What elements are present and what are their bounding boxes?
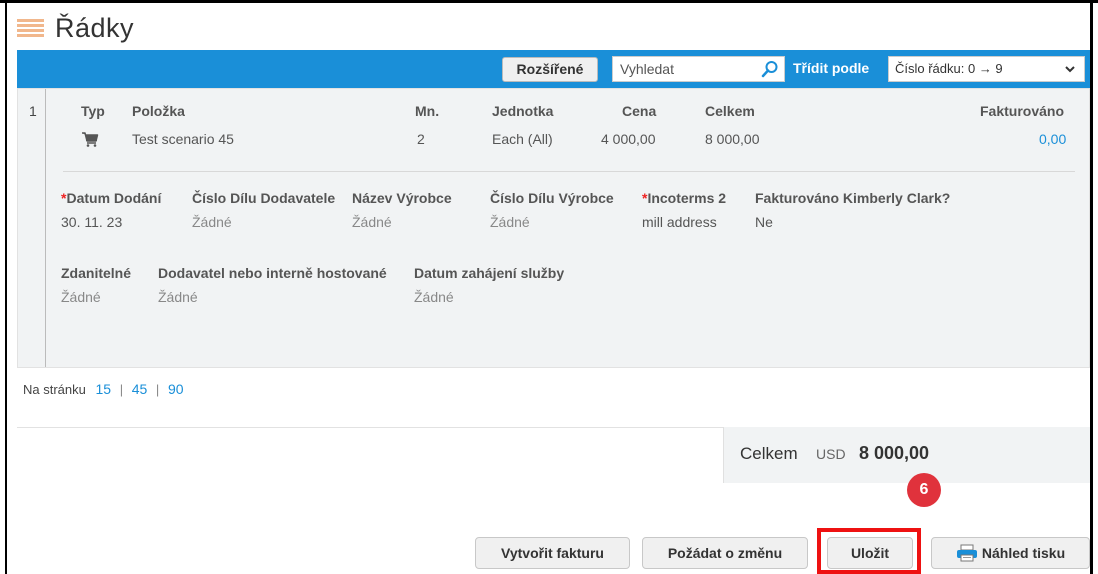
save-button[interactable]: Uložit [827,537,913,569]
sort-select[interactable]: Číslo řádku: 0 → 9 [888,56,1085,82]
section-header: Řádky [17,10,134,46]
page-size-45[interactable]: 45 [132,381,148,397]
page-size-label: Na stránku [23,382,86,397]
page-size-15[interactable]: 15 [96,381,112,397]
header-total: Celkem [705,103,755,119]
header-qty: Mn. [415,103,440,119]
page-size-selector: Na stránku 15 | 45 | 90 [23,381,184,397]
manufacturer-name-label: Název Výrobce [352,190,452,206]
taxable-label: Zdanitelné [61,265,132,281]
total-currency: USD [816,446,846,462]
supplier-part-value: Žádné [192,214,232,230]
search-icon[interactable] [761,60,779,78]
total-value: 8 000,00 [705,131,760,147]
line-number-column: 1 [18,89,46,367]
taxable-value: Žádné [61,289,101,305]
header-type: Typ [81,103,105,119]
section-title: Řádky [55,12,135,43]
service-start-label: Datum zahájení služby [414,265,565,281]
manufacturer-part-value: Žádné [490,214,530,230]
lines-toolbar: Rozšířené Třídit podle Číslo řádku: 0 → … [17,50,1090,88]
header-invoiced: Fakturováno [980,103,1065,119]
delivery-date-value: 30. 11. 23 [61,214,123,230]
sort-select-value: Číslo řádku: 0 → 9 [895,61,1003,76]
screenshot-frame-left [5,0,7,574]
line-item-card: 1 Typ Položka Mn. Jednotka Cena Celkem F… [17,88,1090,368]
step-badge: 6 [907,473,941,507]
screenshot-frame-top [0,0,1098,3]
search-input[interactable] [613,57,753,81]
search-box [612,56,785,82]
invoiced-kc-value: Ne [755,214,773,230]
sort-label: Třídit podle [793,60,870,76]
line-divider [63,171,1075,172]
invoiced-value-link[interactable]: 0,00 [1039,131,1066,147]
page-size-separator: | [119,382,124,397]
price-value: 4 000,00 [601,131,656,147]
hosted-label: Dodavatel nebo interně hostované [158,265,387,281]
page-size-separator: | [155,382,160,397]
unit-value: Each (All) [492,131,553,147]
incoterms-value: mill address [642,214,717,230]
lines-section-icon [17,19,44,37]
create-invoice-button[interactable]: Vytvořit fakturu [475,537,630,569]
supplier-part-label: Číslo Dílu Dodavatele [192,190,336,206]
header-price: Cena [622,103,657,119]
chevron-down-icon [1065,66,1075,73]
header-item: Položka [132,103,185,119]
screenshot-frame-right [1090,0,1093,574]
total-label: Celkem [740,444,798,463]
invoiced-kc-label: Fakturováno Kimberly Clark? [755,190,951,206]
total-amount: 8 000,00 [859,443,930,463]
total-summary: Celkem USD 8 000,00 [723,427,1090,483]
print-preview-button[interactable]: Náhled tisku [931,537,1090,569]
advanced-button[interactable]: Rozšířené [502,57,598,82]
printer-icon [956,544,977,562]
line-number: 1 [29,103,37,119]
manufacturer-name-value: Žádné [352,214,392,230]
hosted-value: Žádné [158,289,198,305]
page-size-90[interactable]: 90 [168,381,184,397]
item-name: Test scenario 45 [132,131,234,147]
qty-value: 2 [417,131,425,147]
service-start-value: Žádné [414,289,454,305]
incoterms-label: *Incoterms 2 [642,190,727,206]
cart-icon [82,132,99,147]
header-unit: Jednotka [492,103,554,119]
delivery-date-label: *Datum Dodání [61,190,162,206]
print-preview-label: Náhled tisku [981,545,1066,561]
request-change-button[interactable]: Požádat o změnu [642,537,808,569]
manufacturer-part-label: Číslo Dílu Výrobce [490,190,614,206]
